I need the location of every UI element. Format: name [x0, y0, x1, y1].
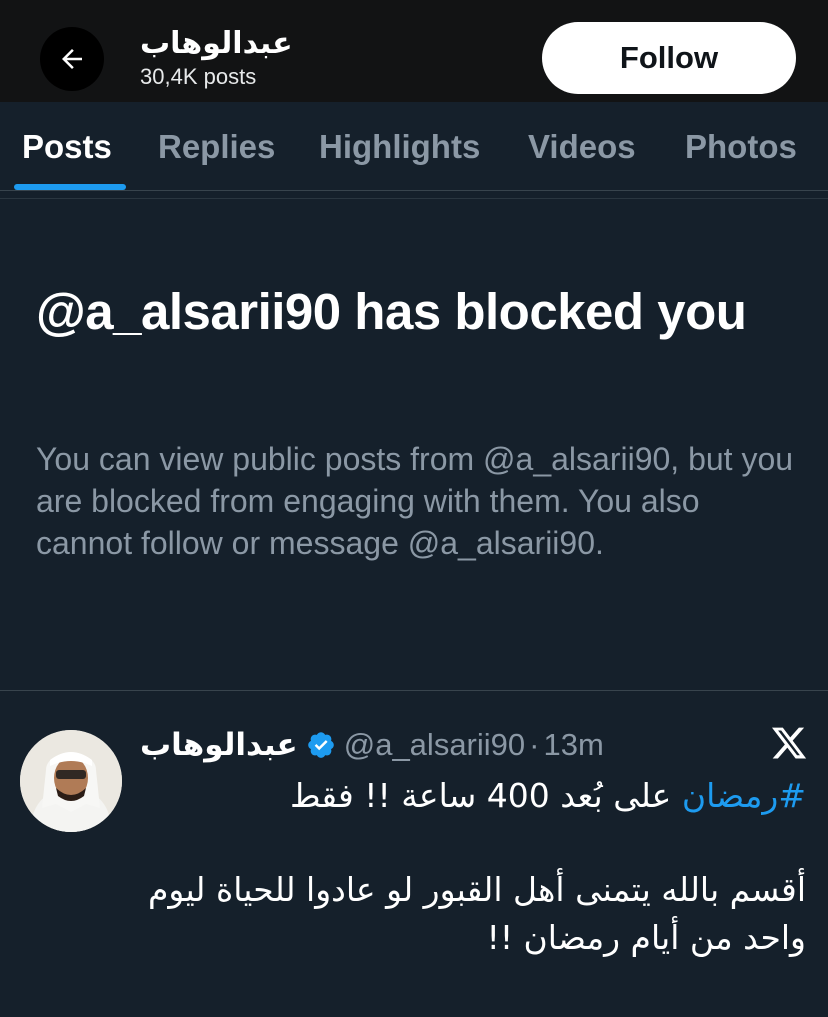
tweet-timestamp[interactable]: 13m	[543, 727, 603, 763]
tab-posts[interactable]: Posts	[22, 128, 112, 166]
tweet-text-line-1: #رمضان على بُعد 400 ساعة !! فقط	[290, 776, 806, 815]
verified-badge-icon	[306, 730, 336, 760]
tab-highlights[interactable]: Highlights	[319, 128, 480, 166]
blocked-title: @a_alsarii90 has blocked you	[36, 283, 747, 340]
avatar[interactable]	[20, 730, 122, 832]
header-profile-name: عبدالوهاب	[140, 26, 293, 61]
header-post-count: 30,4K posts	[140, 64, 257, 89]
follow-button[interactable]: Follow	[542, 22, 796, 94]
arrow-left-icon	[62, 49, 82, 69]
tab-replies[interactable]: Replies	[158, 128, 275, 166]
tab-photos[interactable]: Photos	[685, 128, 797, 166]
tweet-header: عبدالوهاب @a_alsarii90 · 13m	[140, 722, 604, 768]
hashtag-link[interactable]: #رمضان	[682, 776, 806, 815]
profile-header: عبدالوهاب 30,4K posts Follow	[0, 0, 828, 102]
x-logo-icon	[770, 724, 808, 762]
profile-tabs: Posts Replies Highlights Videos Photos	[0, 102, 828, 190]
tabs-divider-secondary	[0, 198, 828, 199]
tweet-separator: ·	[529, 727, 540, 762]
blocked-description: You can view public posts from @a_alsari…	[36, 441, 794, 561]
back-button[interactable]	[40, 27, 104, 91]
tweet-author-name[interactable]: عبدالوهاب	[140, 727, 298, 763]
avatar-image	[20, 730, 122, 832]
tab-videos[interactable]: Videos	[528, 128, 636, 166]
tweet-divider	[0, 690, 828, 691]
tweet-text-segment: على بُعد 400 ساعة !! فقط	[289, 776, 682, 815]
tweet-author-handle[interactable]: @a_alsarii90	[344, 727, 525, 763]
tweet-text-line-3: واحد من أيام رمضان !!	[486, 918, 806, 957]
tweet-text-line-2: أقسم بالله يتمنى أهل القبور لو عادوا للح…	[147, 870, 806, 909]
tabs-divider	[0, 190, 828, 191]
